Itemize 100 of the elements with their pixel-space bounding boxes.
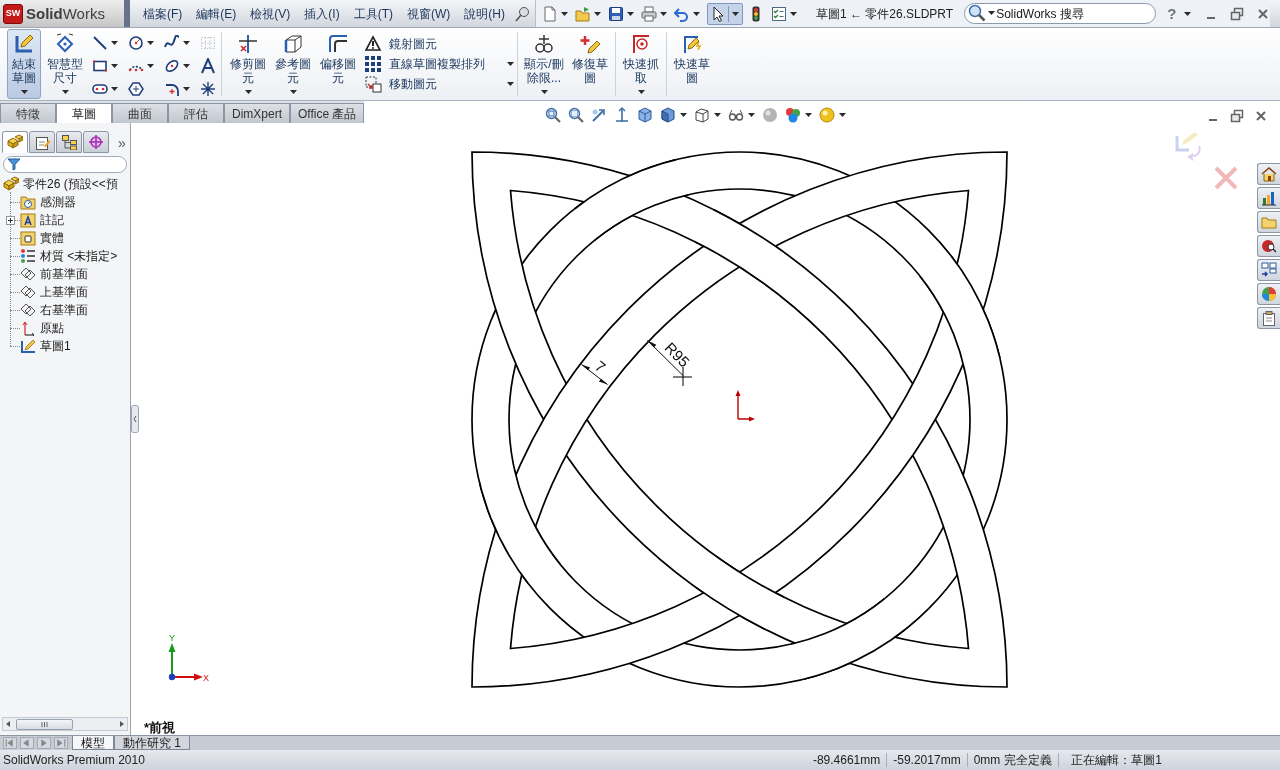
funnel-icon[interactable] (7, 156, 21, 171)
section-axes-icon[interactable] (614, 107, 631, 123)
ribbon-button[interactable]: 鏡射圖元 (364, 35, 437, 53)
dropdown-caret-icon[interactable] (693, 11, 700, 16)
menu-item[interactable]: 說明(H) (464, 7, 505, 20)
close-icon[interactable] (1254, 109, 1268, 123)
task-pane-tab[interactable] (1257, 259, 1280, 281)
dropdown-caret-icon[interactable] (183, 87, 190, 91)
dropdown-caret-icon[interactable] (594, 11, 601, 16)
tree-item[interactable]: 上基準面 (20, 284, 88, 300)
dropdown-caret-icon[interactable] (507, 82, 514, 86)
arrow-view-icon[interactable] (591, 107, 608, 123)
point-icon[interactable] (200, 81, 216, 97)
select-button[interactable] (707, 2, 743, 25)
ribbon-button[interactable]: 快速草圖 (670, 29, 714, 99)
ribbon-button[interactable]: 參考圖元 (271, 29, 315, 99)
close-icon[interactable] (1256, 6, 1271, 21)
menu-item[interactable]: 插入(I) (304, 7, 340, 20)
colored-balls-icon[interactable] (785, 107, 802, 123)
dropdown-caret-icon[interactable] (183, 64, 190, 68)
bottom-tab[interactable]: 動作研究 1 (114, 736, 190, 750)
dropdown-caret-icon[interactable] (660, 11, 667, 16)
dropdown-caret-icon[interactable] (748, 113, 756, 117)
dropdown-caret-icon[interactable] (111, 87, 118, 91)
panel-tab[interactable] (29, 131, 55, 153)
dropdown-caret-icon[interactable] (147, 64, 154, 68)
glasses-icon[interactable] (728, 107, 745, 123)
dimension-label[interactable]: 7 (591, 357, 609, 376)
help-button[interactable]: ? (1167, 6, 1177, 21)
dimension-label[interactable]: R95 (661, 338, 694, 371)
task-pane-tab[interactable] (1257, 307, 1280, 329)
restore-icon[interactable] (1230, 6, 1245, 21)
menu-item[interactable]: 編輯(E) (196, 7, 237, 20)
dropdown-caret-icon[interactable] (183, 41, 190, 45)
ellipse-icon[interactable] (164, 58, 180, 74)
dropdown-caret-icon[interactable] (680, 113, 688, 117)
tree-item[interactable]: 材質 <未指定> (20, 248, 118, 264)
command-tab[interactable]: 曲面 (112, 103, 168, 123)
panel-splitter-handle[interactable] (131, 405, 139, 433)
ribbon-button[interactable]: 結束草圖 (7, 29, 41, 99)
command-tab[interactable]: 草圖 (56, 103, 112, 123)
tree-item[interactable]: 註記 (20, 212, 64, 228)
dropdown-caret-icon[interactable] (289, 90, 297, 94)
shaded-cube-icon[interactable] (660, 107, 677, 123)
scrollbar-thumb[interactable] (16, 718, 73, 730)
filter-field[interactable] (3, 155, 127, 173)
dropdown-caret-icon[interactable] (714, 113, 722, 117)
ribbon-button[interactable]: 快速抓取 (619, 29, 663, 99)
dropdown-caret-icon[interactable] (561, 11, 568, 16)
bottom-tab[interactable]: 模型 (72, 736, 114, 750)
graphics-area[interactable]: 7 R95 Y X *前視 (131, 123, 1280, 735)
printer-icon[interactable] (641, 5, 657, 22)
horizontal-scrollbar[interactable] (2, 717, 128, 731)
menu-item[interactable]: 工具(T) (353, 7, 393, 20)
dropdown-caret-icon[interactable] (111, 41, 118, 45)
ribbon-button[interactable]: 偏移圖元 (316, 29, 360, 99)
expand-icon[interactable] (6, 216, 15, 225)
traffic-light-icon[interactable] (752, 5, 760, 22)
tree-item[interactable]: 右基準面 (20, 302, 88, 318)
slot-icon[interactable] (92, 81, 108, 97)
command-tab[interactable]: 特徵 (0, 103, 56, 123)
dropdown-caret-icon[interactable] (20, 90, 28, 94)
text-tool-icon[interactable] (200, 58, 216, 74)
tree-item[interactable]: 實體 (20, 230, 64, 246)
dropdown-caret-icon[interactable] (627, 11, 634, 16)
tree-item[interactable]: 零件26 (預設<<預 (3, 176, 118, 192)
search-field[interactable]: SolidWorks 搜尋 (964, 3, 1157, 24)
task-pane-tab[interactable] (1257, 187, 1280, 209)
menu-item[interactable]: 視窗(W) (407, 7, 451, 20)
dropdown-caret-icon[interactable] (507, 62, 514, 66)
circle-icon[interactable] (128, 35, 144, 51)
command-tab[interactable]: 評估 (168, 103, 224, 123)
panel-tab[interactable] (56, 131, 82, 153)
panel-tab[interactable] (83, 131, 109, 153)
task-pane-tab[interactable] (1257, 235, 1280, 257)
checklist-icon[interactable] (771, 5, 787, 22)
ribbon-button[interactable]: 智慧型尺寸 (44, 29, 86, 99)
ribbon-button[interactable]: 顯示/刪除限... (521, 29, 567, 99)
undo-icon[interactable] (674, 5, 690, 22)
tree-item[interactable]: 草圖1 (20, 338, 71, 354)
dropdown-caret-icon[interactable] (540, 90, 548, 94)
dropdown-caret-icon[interactable] (988, 11, 996, 15)
panel-tab[interactable] (2, 131, 28, 153)
view-cube-icon[interactable] (637, 107, 654, 123)
scroll-right-icon[interactable] (118, 720, 126, 728)
dropdown-caret-icon[interactable] (790, 11, 797, 16)
rectangle-icon[interactable] (92, 58, 108, 74)
dropdown-caret-icon[interactable] (805, 113, 813, 117)
dropdown-caret-icon[interactable] (732, 11, 739, 16)
fillet-icon[interactable] (164, 81, 180, 97)
more-tabs-button[interactable]: » (118, 136, 126, 150)
ribbon-button[interactable]: 直線草圖複製排列 (364, 55, 485, 73)
tree-item[interactable]: 前基準面 (20, 266, 88, 282)
restore-icon[interactable] (1230, 109, 1244, 123)
menu-item[interactable]: 檔案(F) (143, 7, 183, 20)
dropdown-caret-icon[interactable] (147, 41, 154, 45)
dropdown-caret-icon[interactable] (839, 113, 847, 117)
ribbon-button[interactable]: 修復草圖 (568, 29, 612, 99)
ribbon-button[interactable]: 移動圖元 (364, 75, 437, 93)
pushpin-icon[interactable] (514, 5, 530, 22)
